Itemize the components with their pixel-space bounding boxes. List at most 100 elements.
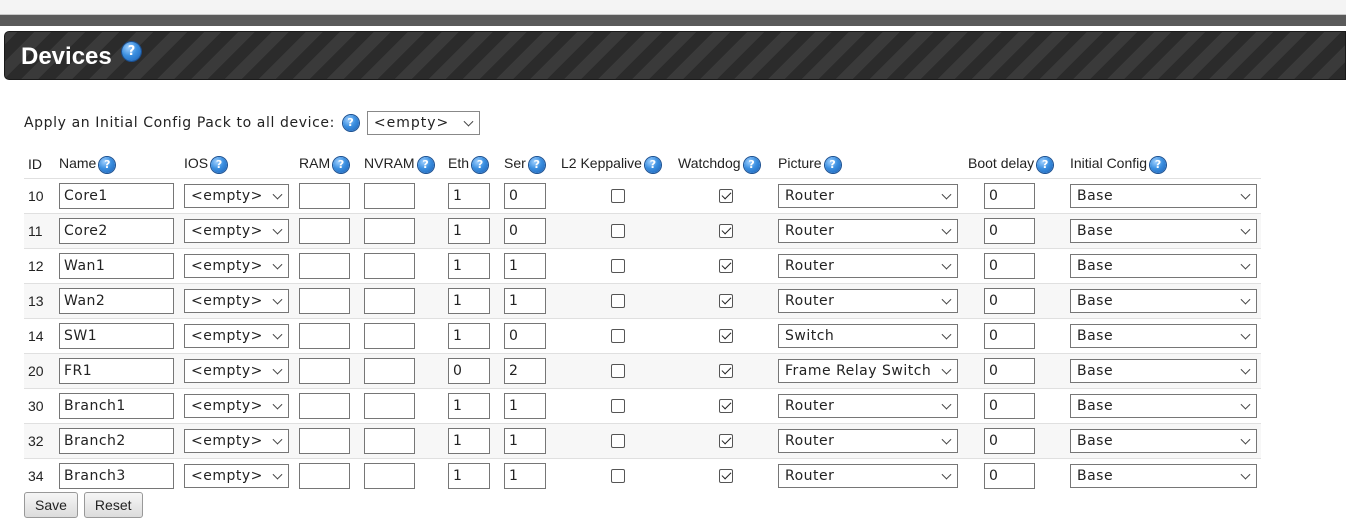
device-ios-select[interactable]: <empty> <box>184 324 289 348</box>
device-config-select[interactable]: Base <box>1070 219 1257 243</box>
device-eth-input[interactable]: 1 <box>448 428 490 454</box>
device-name-input[interactable]: SW1 <box>59 323 174 349</box>
device-config-select[interactable]: Base <box>1070 394 1257 418</box>
device-picture-select[interactable]: Switch <box>778 324 958 348</box>
l2-keepalive-checkbox[interactable] <box>610 329 625 343</box>
help-icon[interactable]: ? <box>743 156 760 173</box>
device-boot-delay-input[interactable]: 0 <box>984 323 1035 349</box>
watchdog-checkbox[interactable] <box>719 399 733 413</box>
device-config-select[interactable]: Base <box>1070 359 1257 383</box>
help-icon[interactable]: ? <box>528 156 545 173</box>
device-name-input[interactable]: Branch1 <box>59 393 174 419</box>
device-name-input[interactable]: Wan2 <box>59 288 174 314</box>
device-eth-input[interactable]: 1 <box>448 183 490 209</box>
device-ram-input[interactable] <box>299 463 350 489</box>
device-config-select[interactable]: Base <box>1070 324 1257 348</box>
device-ios-select[interactable]: <empty> <box>184 219 289 243</box>
device-nvram-input[interactable] <box>364 183 415 209</box>
watchdog-checkbox[interactable] <box>719 469 733 483</box>
l2-keepalive-checkbox[interactable] <box>610 364 625 378</box>
help-icon[interactable]: ? <box>417 156 434 173</box>
device-nvram-input[interactable] <box>364 358 415 384</box>
device-ram-input[interactable] <box>299 183 350 209</box>
device-ser-input[interactable]: 0 <box>504 218 546 244</box>
device-config-select[interactable]: Base <box>1070 254 1257 278</box>
device-config-select[interactable]: Base <box>1070 184 1257 208</box>
watchdog-checkbox[interactable] <box>719 364 733 378</box>
device-boot-delay-input[interactable]: 0 <box>984 218 1035 244</box>
device-name-input[interactable]: FR1 <box>59 358 174 384</box>
device-picture-select[interactable]: Router <box>778 464 958 488</box>
help-icon[interactable]: ? <box>1037 156 1054 173</box>
device-picture-select[interactable]: Frame Relay Switch <box>778 359 958 383</box>
device-eth-input[interactable]: 1 <box>448 323 490 349</box>
watchdog-checkbox[interactable] <box>719 259 733 273</box>
device-picture-select[interactable]: Router <box>778 429 958 453</box>
device-picture-select[interactable]: Router <box>778 219 958 243</box>
device-ram-input[interactable] <box>299 393 350 419</box>
device-eth-input[interactable]: 0 <box>448 358 490 384</box>
device-nvram-input[interactable] <box>364 288 415 314</box>
watchdog-checkbox[interactable] <box>719 329 733 343</box>
l2-keepalive-checkbox[interactable] <box>610 469 625 483</box>
help-icon[interactable]: ? <box>1150 156 1167 173</box>
l2-keepalive-checkbox[interactable] <box>610 399 625 413</box>
device-eth-input[interactable]: 1 <box>448 218 490 244</box>
l2-keepalive-checkbox[interactable] <box>610 224 625 238</box>
device-ios-select[interactable]: <empty> <box>184 394 289 418</box>
device-ser-input[interactable]: 0 <box>504 323 546 349</box>
apply-config-select[interactable]: <empty> <box>366 111 480 135</box>
device-boot-delay-input[interactable]: 0 <box>984 288 1035 314</box>
help-icon[interactable]: ? <box>644 156 661 173</box>
device-config-select[interactable]: Base <box>1070 289 1257 313</box>
device-boot-delay-input[interactable]: 0 <box>984 183 1035 209</box>
device-picture-select[interactable]: Router <box>778 184 958 208</box>
watchdog-checkbox[interactable] <box>719 189 733 203</box>
device-ram-input[interactable] <box>299 323 350 349</box>
device-config-select[interactable]: Base <box>1070 464 1257 488</box>
device-ram-input[interactable] <box>299 218 350 244</box>
watchdog-checkbox[interactable] <box>719 434 733 448</box>
device-nvram-input[interactable] <box>364 218 415 244</box>
device-ser-input[interactable]: 1 <box>504 393 546 419</box>
device-ser-input[interactable]: 2 <box>504 358 546 384</box>
help-icon[interactable]: ? <box>342 115 359 131</box>
device-boot-delay-input[interactable]: 0 <box>984 393 1035 419</box>
device-name-input[interactable]: Branch3 <box>59 463 174 489</box>
device-picture-select[interactable]: Router <box>778 289 958 313</box>
device-nvram-input[interactable] <box>364 463 415 489</box>
watchdog-checkbox[interactable] <box>719 294 733 308</box>
device-ram-input[interactable] <box>299 253 350 279</box>
device-ser-input[interactable]: 1 <box>504 253 546 279</box>
l2-keepalive-checkbox[interactable] <box>610 294 625 308</box>
device-ser-input[interactable]: 1 <box>504 463 546 489</box>
device-ser-input[interactable]: 1 <box>504 428 546 454</box>
help-icon[interactable]: ? <box>472 156 489 173</box>
device-nvram-input[interactable] <box>364 323 415 349</box>
device-eth-input[interactable]: 1 <box>448 288 490 314</box>
device-ser-input[interactable]: 0 <box>504 183 546 209</box>
device-picture-select[interactable]: Router <box>778 254 958 278</box>
device-name-input[interactable]: Wan1 <box>59 253 174 279</box>
device-eth-input[interactable]: 1 <box>448 463 490 489</box>
help-icon[interactable]: ? <box>211 156 228 173</box>
device-boot-delay-input[interactable]: 0 <box>984 463 1035 489</box>
l2-keepalive-checkbox[interactable] <box>610 259 625 273</box>
device-ram-input[interactable] <box>299 288 350 314</box>
device-nvram-input[interactable] <box>364 428 415 454</box>
help-icon[interactable]: ? <box>824 156 841 173</box>
device-config-select[interactable]: Base <box>1070 429 1257 453</box>
device-boot-delay-input[interactable]: 0 <box>984 358 1035 384</box>
device-name-input[interactable]: Core2 <box>59 218 174 244</box>
device-boot-delay-input[interactable]: 0 <box>984 253 1035 279</box>
help-icon[interactable]: ? <box>333 156 350 173</box>
device-ios-select[interactable]: <empty> <box>184 289 289 313</box>
device-ios-select[interactable]: <empty> <box>184 464 289 488</box>
device-ios-select[interactable]: <empty> <box>184 429 289 453</box>
watchdog-checkbox[interactable] <box>719 224 733 238</box>
device-eth-input[interactable]: 1 <box>448 253 490 279</box>
device-ram-input[interactable] <box>299 428 350 454</box>
reset-button[interactable]: Reset <box>83 492 143 518</box>
device-ram-input[interactable] <box>299 358 350 384</box>
device-picture-select[interactable]: Router <box>778 394 958 418</box>
